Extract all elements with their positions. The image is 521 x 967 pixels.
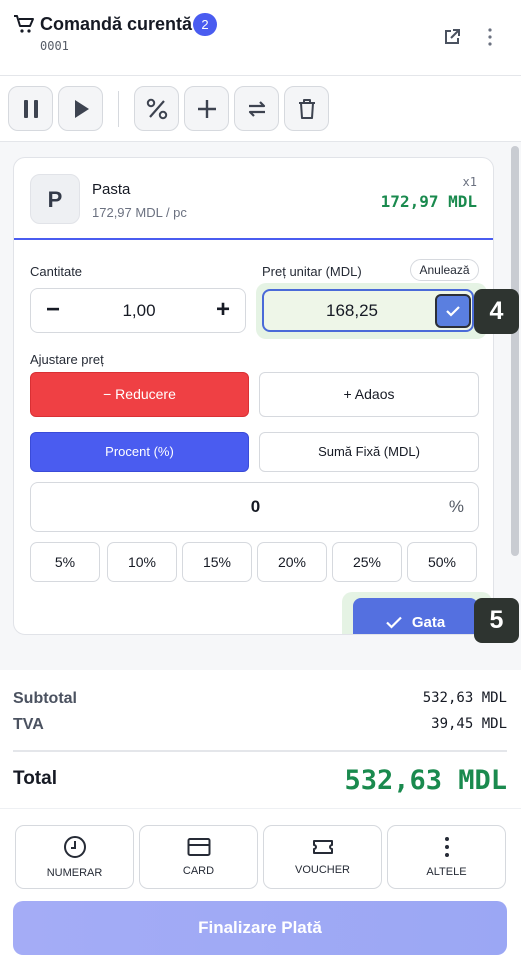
add-button[interactable] bbox=[184, 86, 229, 131]
quick-percent-10[interactable]: 10% bbox=[107, 542, 177, 582]
panel-scrollbar[interactable] bbox=[511, 146, 519, 556]
item-card[interactable]: P Pasta 172,97 MDL / pc x1 172,97 MDL Ca… bbox=[13, 157, 494, 635]
unit-price-label: Preț unitar (MDL) bbox=[262, 264, 362, 279]
quantity-input[interactable]: 1,00 bbox=[75, 289, 203, 332]
delete-button[interactable] bbox=[284, 86, 329, 131]
item-avatar: P bbox=[30, 174, 80, 224]
voucher-icon bbox=[312, 840, 333, 854]
open-external-icon[interactable] bbox=[440, 25, 464, 49]
check-icon bbox=[386, 616, 402, 629]
plus-icon bbox=[197, 99, 216, 118]
subtotal-label: Subtotal bbox=[13, 690, 77, 707]
total-label: Total bbox=[13, 768, 57, 789]
pause-icon bbox=[23, 99, 38, 118]
confirm-price-button[interactable] bbox=[435, 294, 471, 328]
page-title: Comandă curentă bbox=[40, 14, 193, 34]
fixed-amount-mode-toggle[interactable]: Sumă Fixă (MDL) bbox=[259, 432, 479, 472]
play-button[interactable] bbox=[58, 86, 103, 131]
markup-toggle[interactable]: + Adaos bbox=[259, 372, 479, 417]
pay-voucher-button[interactable]: VOUCHER bbox=[263, 825, 382, 889]
adjust-unit: % bbox=[448, 497, 464, 516]
cash-clock-icon bbox=[63, 836, 86, 858]
vat-value: 39,45 MDL bbox=[431, 716, 507, 732]
pause-button[interactable] bbox=[8, 86, 53, 131]
cart-icon bbox=[13, 14, 35, 34]
item-divider bbox=[14, 238, 493, 240]
item-quantity-tag: x1 bbox=[462, 175, 477, 189]
swap-button[interactable] bbox=[234, 86, 279, 131]
done-label: Gata bbox=[411, 614, 446, 631]
quick-percent-25[interactable]: 25% bbox=[332, 542, 402, 582]
totals-divider bbox=[13, 750, 507, 752]
toolbar bbox=[0, 76, 521, 142]
check-icon bbox=[446, 306, 460, 317]
swap-icon bbox=[248, 100, 265, 117]
quick-percent-50[interactable]: 50% bbox=[407, 542, 477, 582]
step-marker-5: 5 bbox=[474, 598, 519, 643]
pay-other-button[interactable]: ALTELE bbox=[387, 825, 506, 889]
done-button[interactable]: Gata bbox=[353, 598, 478, 634]
pay-cash-label: NUMERAR bbox=[46, 867, 103, 879]
item-name: Pasta bbox=[92, 181, 131, 198]
pay-card-button[interactable]: CARD bbox=[139, 825, 258, 889]
toolbar-divider bbox=[118, 91, 119, 127]
quick-percent-5[interactable]: 5% bbox=[30, 542, 100, 582]
quantity-decrease-button[interactable]: − bbox=[31, 289, 75, 332]
discount-button[interactable] bbox=[134, 86, 179, 131]
cancel-button[interactable]: Anulează bbox=[410, 259, 479, 281]
quick-percent-15[interactable]: 15% bbox=[182, 542, 252, 582]
item-unit-price: 172,97 MDL / pc bbox=[92, 205, 187, 220]
price-adjust-label: Ajustare preț bbox=[30, 352, 104, 367]
vat-label: TVA bbox=[13, 716, 44, 733]
order-number: 0001 bbox=[40, 39, 69, 53]
more-vertical-icon bbox=[444, 837, 449, 857]
pay-card-label: CARD bbox=[182, 865, 215, 877]
step-marker-4: 4 bbox=[474, 289, 519, 334]
adjust-value-field[interactable]: 0 % bbox=[30, 482, 479, 532]
total-value: 532,63 MDL bbox=[344, 765, 507, 796]
card-icon bbox=[187, 838, 210, 856]
item-count-badge: 2 bbox=[193, 13, 217, 36]
order-items-panel: P Pasta 172,97 MDL / pc x1 172,97 MDL Ca… bbox=[0, 142, 521, 670]
pay-voucher-label: VOUCHER bbox=[294, 864, 350, 876]
quantity-stepper: − 1,00 + bbox=[30, 288, 246, 333]
quantity-label: Cantitate bbox=[30, 264, 83, 279]
quick-percent-20[interactable]: 20% bbox=[257, 542, 327, 582]
header: Comandă curentă 2 0001 bbox=[0, 0, 521, 76]
discount-toggle[interactable]: − Reducere bbox=[30, 372, 249, 417]
trash-icon bbox=[298, 98, 315, 119]
item-line-total: 172,97 MDL bbox=[380, 192, 477, 211]
play-icon bbox=[74, 99, 89, 118]
more-vertical-icon[interactable] bbox=[478, 25, 502, 49]
adjust-value-input[interactable]: 0 bbox=[31, 483, 480, 531]
percent-icon bbox=[146, 98, 167, 119]
percent-mode-toggle[interactable]: Procent (%) bbox=[30, 432, 249, 472]
quantity-increase-button[interactable]: + bbox=[201, 289, 245, 332]
finalize-payment-button[interactable]: Finalizare Plată bbox=[13, 901, 507, 955]
subtotal-value: 532,63 MDL bbox=[422, 690, 507, 706]
pay-cash-button[interactable]: NUMERAR bbox=[15, 825, 134, 889]
pay-other-label: ALTELE bbox=[426, 866, 467, 878]
